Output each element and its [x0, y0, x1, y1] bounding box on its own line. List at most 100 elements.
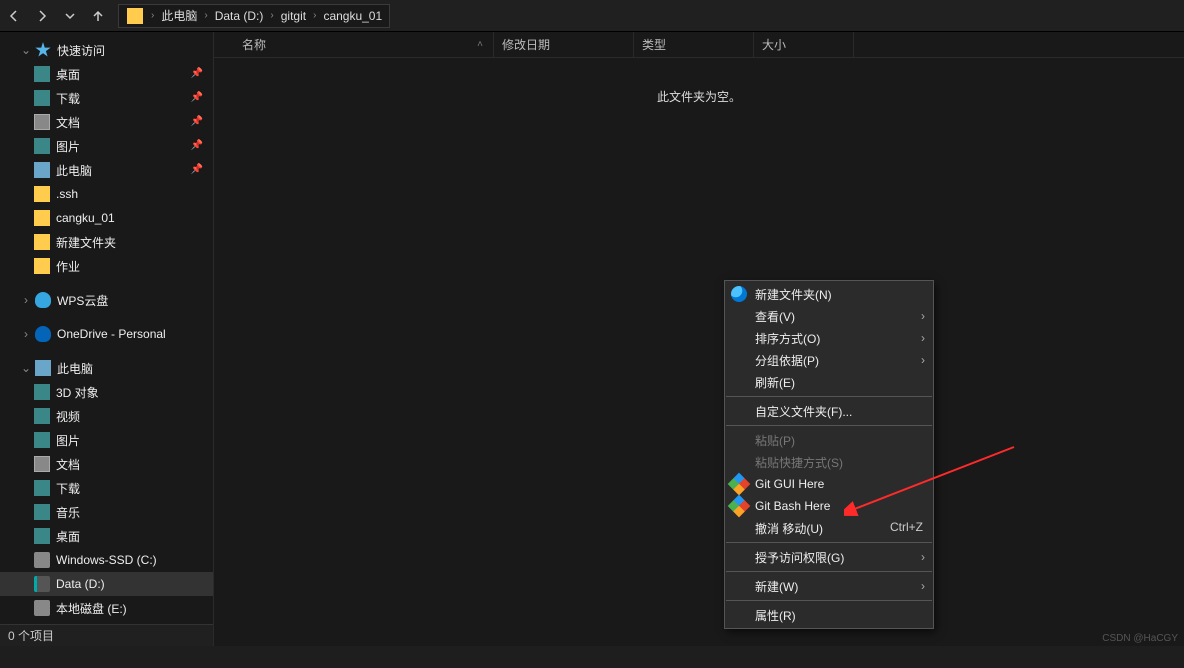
ctx-grant-access[interactable]: 授予访问权限(G)›	[725, 546, 933, 568]
sidebar-desktop-2[interactable]: 桌面	[0, 524, 213, 548]
sidebar-label: OneDrive - Personal	[57, 327, 166, 341]
ctx-customize[interactable]: 自定义文件夹(F)...	[725, 400, 933, 422]
chevron-right-icon: ›	[921, 550, 925, 564]
nav-back-button[interactable]	[0, 2, 28, 30]
navigation-sidebar: ⌄快速访问 桌面📌 下载📌 文档📌 图片📌 此电脑📌 .ssh cangku_0…	[0, 32, 214, 646]
pin-icon: 📌	[191, 140, 203, 151]
desktop-icon	[34, 66, 50, 82]
ctx-group[interactable]: 分组依据(P)›	[725, 349, 933, 371]
menu-separator	[726, 571, 932, 572]
ctx-refresh[interactable]: 刷新(E)	[725, 371, 933, 393]
ctx-properties[interactable]: 属性(R)	[725, 604, 933, 626]
git-icon	[728, 495, 751, 518]
address-bar[interactable]: › 此电脑 › Data (D:) › gitgit › cangku_01	[118, 4, 390, 28]
ctx-undo-move[interactable]: 撤消 移动(U)Ctrl+Z	[725, 517, 933, 539]
document-icon	[34, 114, 50, 130]
menu-separator	[726, 600, 932, 601]
titlebar: › 此电脑 › Data (D:) › gitgit › cangku_01	[0, 0, 1184, 32]
pin-icon: 📌	[191, 116, 203, 127]
ctx-new[interactable]: 新建(W)›	[725, 575, 933, 597]
sidebar-pictures[interactable]: 图片📌	[0, 134, 213, 158]
sidebar-label: 本地磁盘 (E:)	[56, 600, 127, 617]
sidebar-downloads[interactable]: 下载📌	[0, 86, 213, 110]
nav-up-button[interactable]	[84, 2, 112, 30]
breadcrumb-item[interactable]: gitgit	[278, 9, 309, 23]
chevron-right-icon[interactable]: ›	[147, 10, 158, 21]
ctx-view[interactable]: 查看(V)›	[725, 305, 933, 327]
document-icon	[34, 456, 50, 472]
sidebar-homework[interactable]: 作业	[0, 254, 213, 278]
chevron-right-icon[interactable]: ›	[200, 10, 211, 21]
sidebar-this-pc[interactable]: ⌄此电脑	[0, 356, 213, 380]
sidebar-downloads-2[interactable]: 下载	[0, 476, 213, 500]
sidebar-drive-c[interactable]: Windows-SSD (C:)	[0, 548, 213, 572]
onedrive-icon	[35, 326, 51, 342]
sort-indicator-icon: ˄	[477, 39, 483, 50]
new-folder-icon	[731, 286, 747, 302]
sidebar-onedrive[interactable]: ›OneDrive - Personal	[0, 322, 213, 346]
pin-icon: 📌	[191, 164, 203, 175]
sidebar-label: 图片	[56, 432, 80, 449]
column-size[interactable]: 大小	[754, 32, 854, 57]
sidebar-quick-access[interactable]: ⌄快速访问	[0, 38, 213, 62]
sidebar-new-folder[interactable]: 新建文件夹	[0, 230, 213, 254]
status-bar: 0 个项目	[0, 624, 214, 646]
download-icon	[34, 90, 50, 106]
menu-separator	[726, 542, 932, 543]
sidebar-wps[interactable]: ›WPS云盘	[0, 288, 213, 312]
folder-icon	[34, 186, 50, 202]
status-text: 0 个项目	[8, 627, 54, 644]
sidebar-drive-d[interactable]: Data (D:)	[0, 572, 213, 596]
sidebar-label: 下载	[56, 480, 80, 497]
sidebar-pictures-2[interactable]: 图片	[0, 428, 213, 452]
chevron-right-icon: ›	[921, 579, 925, 593]
context-menu: 新建文件夹(N) 查看(V)› 排序方式(O)› 分组依据(P)› 刷新(E) …	[724, 280, 934, 629]
nav-recent-button[interactable]	[56, 2, 84, 30]
sidebar-music[interactable]: 音乐	[0, 500, 213, 524]
sidebar-label: 音乐	[56, 504, 80, 521]
breadcrumb-item[interactable]: cangku_01	[320, 9, 385, 23]
chevron-right-icon[interactable]: ›	[266, 10, 277, 21]
column-modified[interactable]: 修改日期	[494, 32, 634, 57]
ctx-git-bash[interactable]: Git Bash Here	[725, 495, 933, 517]
sidebar-videos[interactable]: 视频	[0, 404, 213, 428]
chevron-right-icon: ›	[921, 353, 925, 367]
folder-icon	[34, 258, 50, 274]
column-name[interactable]: 名称˄	[234, 32, 494, 57]
sidebar-this-pc-quick[interactable]: 此电脑📌	[0, 158, 213, 182]
folder-icon	[34, 210, 50, 226]
nav-forward-button[interactable]	[28, 2, 56, 30]
breadcrumb-root[interactable]: 此电脑	[158, 7, 200, 24]
sidebar-label: 新建文件夹	[56, 234, 116, 251]
drive-icon	[34, 552, 50, 568]
sidebar-3d-objects[interactable]: 3D 对象	[0, 380, 213, 404]
sidebar-cangku[interactable]: cangku_01	[0, 206, 213, 230]
shortcut-label: Ctrl+Z	[890, 520, 923, 534]
ctx-sort[interactable]: 排序方式(O)›	[725, 327, 933, 349]
sidebar-label: 3D 对象	[56, 384, 99, 401]
video-icon	[34, 408, 50, 424]
sidebar-label: Windows-SSD (C:)	[56, 553, 157, 567]
sidebar-desktop[interactable]: 桌面📌	[0, 62, 213, 86]
sidebar-ssh[interactable]: .ssh	[0, 182, 213, 206]
sidebar-documents-2[interactable]: 文档	[0, 452, 213, 476]
sidebar-label: 作业	[56, 258, 80, 275]
drive-icon	[34, 576, 50, 592]
sidebar-label: 文档	[56, 114, 80, 131]
ctx-paste: 粘贴(P)	[725, 429, 933, 451]
ctx-paste-shortcut: 粘贴快捷方式(S)	[725, 451, 933, 473]
breadcrumb-item[interactable]: Data (D:)	[212, 9, 267, 23]
sidebar-documents[interactable]: 文档 📌	[0, 110, 213, 134]
chevron-right-icon[interactable]: ›	[309, 10, 320, 21]
cloud-icon	[35, 292, 51, 308]
chevron-right-icon: ›	[921, 331, 925, 345]
sidebar-label: 桌面	[56, 528, 80, 545]
ctx-new-folder[interactable]: 新建文件夹(N)	[725, 283, 933, 305]
music-icon	[34, 504, 50, 520]
sidebar-label: 文档	[56, 456, 80, 473]
file-list-area[interactable]: 名称˄ 修改日期 类型 大小 此文件夹为空。 新建文件夹(N) 查看(V)› 排…	[214, 32, 1184, 646]
empty-folder-message: 此文件夹为空。	[214, 88, 1184, 105]
ctx-git-gui[interactable]: Git GUI Here	[725, 473, 933, 495]
sidebar-drive-e[interactable]: 本地磁盘 (E:)	[0, 596, 213, 620]
column-type[interactable]: 类型	[634, 32, 754, 57]
